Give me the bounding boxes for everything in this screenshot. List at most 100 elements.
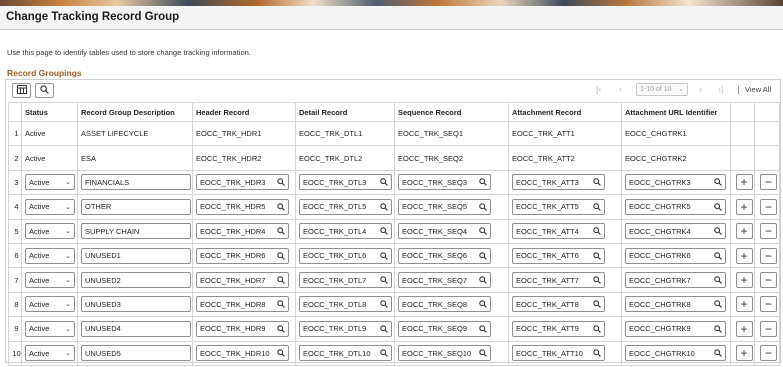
page-range-select[interactable]: 1-10 of 10 ⌄ [636,83,688,96]
attachment-url-input[interactable]: EOCC_CHGTRK10 [625,345,726,362]
lookup-search-icon[interactable] [379,178,388,187]
add-row-button[interactable]: + [735,272,753,289]
header-record-input[interactable]: EOCC_TRK_HDR7 [196,272,289,289]
detail-record-input[interactable]: EOCC_TRK_DTL3 [299,174,392,191]
attachment-url-input[interactable]: EOCC_CHGTRK4 [625,223,726,240]
lookup-search-icon[interactable] [478,251,487,260]
sequence-record-input[interactable]: EOCC_TRK_SEQ8 [398,296,491,313]
attachment-record-input[interactable]: EOCC_TRK_ATT9 [512,320,605,337]
add-row-button[interactable]: + [735,198,753,215]
personalize-grid-button[interactable] [12,83,31,98]
view-all-link[interactable]: View All [745,85,771,94]
delete-row-button[interactable]: − [760,247,777,264]
attachment-record-input[interactable]: EOCC_TRK_ATT10 [512,345,605,362]
lookup-search-icon[interactable] [276,300,285,309]
description-input[interactable]: FINANCIALS [81,174,191,191]
header-record-input[interactable]: EOCC_TRK_HDR9 [196,320,289,337]
sequence-record-input[interactable]: EOCC_TRK_SEQ7 [398,272,491,289]
sequence-record-input[interactable]: EOCC_TRK_SEQ10 [398,345,491,362]
add-row-button[interactable]: + [735,345,753,362]
lookup-search-icon[interactable] [713,178,722,187]
lookup-search-icon[interactable] [276,276,285,285]
lookup-search-icon[interactable] [592,349,601,358]
detail-record-input[interactable]: EOCC_TRK_DTL5 [299,198,392,215]
attachment-record-input[interactable]: EOCC_TRK_ATT3 [512,174,605,191]
lookup-search-icon[interactable] [379,251,388,260]
lookup-search-icon[interactable] [276,324,285,333]
header-record-input[interactable]: EOCC_TRK_HDR10 [196,345,289,362]
lookup-search-icon[interactable] [592,276,601,285]
lookup-search-icon[interactable] [478,324,487,333]
sequence-record-input[interactable]: EOCC_TRK_SEQ4 [398,223,491,240]
last-page-icon[interactable]: ›| [718,84,723,94]
description-input[interactable]: UNUSED2 [81,272,191,289]
add-row-button[interactable]: + [735,320,753,337]
detail-record-input[interactable]: EOCC_TRK_DTL10 [299,345,392,362]
attachment-url-input[interactable]: EOCC_CHGTRK9 [625,320,726,337]
lookup-search-icon[interactable] [379,227,388,236]
sequence-record-input[interactable]: EOCC_TRK_SEQ3 [398,174,491,191]
attachment-url-input[interactable]: EOCC_CHGTRK7 [625,272,726,289]
detail-record-input[interactable]: EOCC_TRK_DTL6 [299,247,392,264]
delete-row-button[interactable]: − [760,198,777,215]
status-select[interactable]: Active ⌄ [25,320,75,337]
delete-row-button[interactable]: − [760,345,777,362]
status-select[interactable]: Active ⌄ [25,247,75,264]
detail-record-input[interactable]: EOCC_TRK_DTL7 [299,272,392,289]
attachment-record-input[interactable]: EOCC_TRK_ATT4 [512,223,605,240]
lookup-search-icon[interactable] [592,324,601,333]
lookup-search-icon[interactable] [478,276,487,285]
sequence-record-input[interactable]: EOCC_TRK_SEQ9 [398,320,491,337]
next-page-icon[interactable]: › [699,84,702,94]
description-input[interactable]: UNUSED4 [81,320,191,337]
lookup-search-icon[interactable] [276,251,285,260]
find-in-grid-button[interactable] [35,83,54,98]
lookup-search-icon[interactable] [379,300,388,309]
description-input[interactable]: OTHER [81,198,191,215]
lookup-search-icon[interactable] [276,178,285,187]
lookup-search-icon[interactable] [592,178,601,187]
attachment-record-input[interactable]: EOCC_TRK_ATT5 [512,198,605,215]
attachment-record-input[interactable]: EOCC_TRK_ATT7 [512,272,605,289]
add-row-button[interactable]: + [735,174,753,191]
lookup-search-icon[interactable] [478,227,487,236]
lookup-search-icon[interactable] [276,349,285,358]
lookup-search-icon[interactable] [713,227,722,236]
lookup-search-icon[interactable] [592,227,601,236]
header-record-input[interactable]: EOCC_TRK_HDR8 [196,296,289,313]
lookup-search-icon[interactable] [379,202,388,211]
sequence-record-input[interactable]: EOCC_TRK_SEQ5 [398,198,491,215]
status-select[interactable]: Active ⌄ [25,296,75,313]
delete-row-button[interactable]: − [760,223,777,240]
lookup-search-icon[interactable] [592,202,601,211]
header-record-input[interactable]: EOCC_TRK_HDR4 [196,223,289,240]
lookup-search-icon[interactable] [592,251,601,260]
lookup-search-icon[interactable] [713,324,722,333]
header-record-input[interactable]: EOCC_TRK_HDR5 [196,198,289,215]
lookup-search-icon[interactable] [713,251,722,260]
lookup-search-icon[interactable] [478,202,487,211]
detail-record-input[interactable]: EOCC_TRK_DTL9 [299,320,392,337]
attachment-url-input[interactable]: EOCC_CHGTRK5 [625,198,726,215]
delete-row-button[interactable]: − [760,296,777,313]
description-input[interactable]: UNUSED1 [81,247,191,264]
attachment-url-input[interactable]: EOCC_CHGTRK3 [625,174,726,191]
lookup-search-icon[interactable] [478,300,487,309]
attachment-record-input[interactable]: EOCC_TRK_ATT6 [512,247,605,264]
attachment-url-input[interactable]: EOCC_CHGTRK8 [625,296,726,313]
detail-record-input[interactable]: EOCC_TRK_DTL4 [299,223,392,240]
sequence-record-input[interactable]: EOCC_TRK_SEQ6 [398,247,491,264]
lookup-search-icon[interactable] [379,324,388,333]
lookup-search-icon[interactable] [713,202,722,211]
lookup-search-icon[interactable] [592,300,601,309]
description-input[interactable]: UNUSED5 [81,345,191,362]
lookup-search-icon[interactable] [276,202,285,211]
status-select[interactable]: Active ⌄ [25,345,75,362]
delete-row-button[interactable]: − [760,272,777,289]
lookup-search-icon[interactable] [713,276,722,285]
lookup-search-icon[interactable] [276,227,285,236]
first-page-icon[interactable]: |‹ [596,84,601,94]
attachment-record-input[interactable]: EOCC_TRK_ATT8 [512,296,605,313]
previous-page-icon[interactable]: ‹ [619,84,622,94]
delete-row-button[interactable]: − [760,174,777,191]
